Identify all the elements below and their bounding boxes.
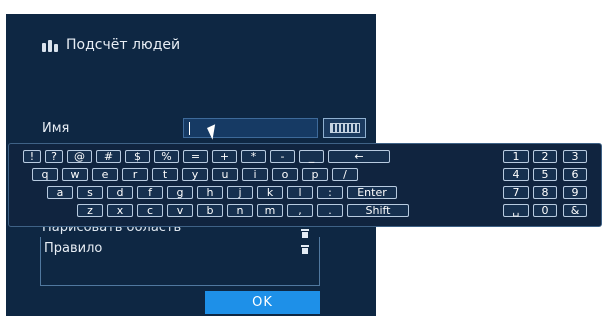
key-shift[interactable]: Shift xyxy=(347,204,409,217)
numpad-key-1[interactable]: 1 xyxy=(503,150,529,163)
key-slash[interactable]: / xyxy=(332,168,358,181)
key-o[interactable]: o xyxy=(272,168,298,181)
keyboard-toggle-button[interactable] xyxy=(323,118,366,138)
key-n[interactable]: n xyxy=(227,204,253,217)
key-k[interactable]: k xyxy=(257,186,283,199)
dialog-title: Подсчёт людей xyxy=(66,37,181,53)
numpad-key-9[interactable]: 9 xyxy=(563,186,587,199)
key-j[interactable]: j xyxy=(227,186,253,199)
key-t[interactable]: t xyxy=(152,168,178,181)
key-b[interactable]: b xyxy=(197,204,223,217)
key-backspace[interactable]: ← xyxy=(328,150,390,163)
key-p[interactable]: p xyxy=(302,168,328,181)
on-screen-keyboard: !? @ # $% = + * - _ ← q w e r t y u i o p / a s d f g h j k l: Enter z x… xyxy=(8,143,602,227)
key-x[interactable]: x xyxy=(107,204,133,217)
key-underscore[interactable]: _ xyxy=(299,150,324,163)
numpad-key-5[interactable]: 5 xyxy=(533,168,557,181)
numpad-key-7[interactable]: 7 xyxy=(503,186,529,199)
key-s[interactable]: s xyxy=(77,186,103,199)
key-e[interactable]: e xyxy=(92,168,118,181)
key-i[interactable]: i xyxy=(242,168,268,181)
key-g[interactable]: g xyxy=(167,186,193,199)
key-colon[interactable]: : xyxy=(317,186,343,199)
key-comma[interactable]: , xyxy=(287,204,313,217)
key-y[interactable]: y xyxy=(182,168,208,181)
key-r[interactable]: r xyxy=(122,168,148,181)
key-f[interactable]: f xyxy=(137,186,163,199)
rule-label: Правило xyxy=(44,241,103,256)
key-q[interactable]: q xyxy=(32,168,58,181)
key-at[interactable]: @ xyxy=(67,150,92,163)
numpad-key-4[interactable]: 4 xyxy=(503,168,529,181)
numpad-key-8[interactable]: 8 xyxy=(533,186,557,199)
numpad-key-3[interactable]: 3 xyxy=(563,150,587,163)
key-w[interactable]: w xyxy=(62,168,88,181)
name-label: Имя xyxy=(42,121,70,136)
name-input[interactable] xyxy=(183,118,318,138)
keyboard-icon xyxy=(329,123,360,133)
draw-region-item[interactable]: Нарисовать область xyxy=(42,227,312,237)
key-hash[interactable]: # xyxy=(96,150,121,163)
draw-region-label: Нарисовать область xyxy=(42,227,182,235)
key-ampersand[interactable]: & xyxy=(563,204,587,217)
key-question[interactable]: ? xyxy=(45,150,63,163)
key-plus[interactable]: + xyxy=(212,150,237,163)
key-dollar[interactable]: $ xyxy=(125,150,150,163)
key-h[interactable]: h xyxy=(197,186,223,199)
key-v[interactable]: v xyxy=(167,204,193,217)
text-caret xyxy=(189,122,190,135)
key-equals[interactable]: = xyxy=(183,150,208,163)
people-counting-icon xyxy=(42,38,58,52)
key-u[interactable]: u xyxy=(212,168,238,181)
key-percent[interactable]: % xyxy=(154,150,179,163)
key-a[interactable]: a xyxy=(47,186,73,199)
numpad-key-0[interactable]: 0 xyxy=(533,204,557,217)
ok-button[interactable]: OK xyxy=(205,291,320,314)
dialog-header: Подсчёт людей xyxy=(42,34,180,56)
key-asterisk[interactable]: * xyxy=(241,150,266,163)
key-d[interactable]: d xyxy=(107,186,133,199)
key-m[interactable]: m xyxy=(257,204,283,217)
numpad-key-6[interactable]: 6 xyxy=(563,168,587,181)
key-period[interactable]: . xyxy=(317,204,343,217)
key-l[interactable]: l xyxy=(287,186,313,199)
numpad-key-2[interactable]: 2 xyxy=(533,150,557,163)
key-enter[interactable]: Enter xyxy=(347,186,397,199)
key-z[interactable]: z xyxy=(77,204,103,217)
key-space[interactable]: ␣ xyxy=(503,204,529,217)
delete-rule-icon[interactable] xyxy=(301,245,309,254)
key-c[interactable]: c xyxy=(137,204,163,217)
key-exclamation[interactable]: ! xyxy=(23,150,41,163)
key-minus[interactable]: - xyxy=(270,150,295,163)
